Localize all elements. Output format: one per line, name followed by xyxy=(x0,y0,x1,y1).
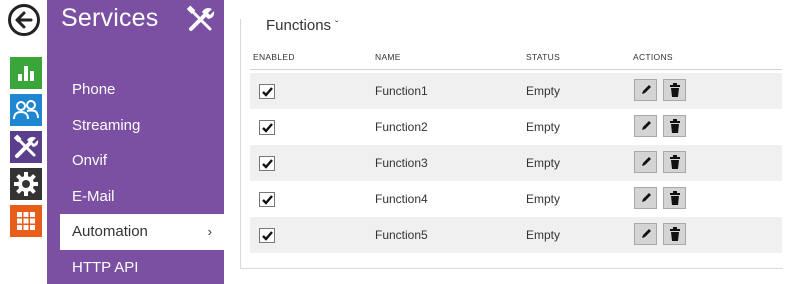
section-title-text: Functions xyxy=(266,17,332,34)
check-icon xyxy=(262,87,273,97)
delete-button[interactable] xyxy=(663,223,686,245)
column-header-enabled: ENABLED xyxy=(253,52,295,62)
check-icon xyxy=(262,195,273,205)
rail-settings-button[interactable] xyxy=(10,168,42,200)
app-rail xyxy=(0,0,47,284)
table-row: Function4 Empty xyxy=(250,181,782,217)
edit-button[interactable] xyxy=(634,151,657,173)
grid-icon xyxy=(17,212,35,230)
trash-icon xyxy=(669,119,680,133)
pencil-icon xyxy=(641,121,651,130)
delete-button[interactable] xyxy=(663,115,686,137)
services-menu: Phone Streaming Onvif E-Mail Automation ›… xyxy=(47,72,224,284)
menu-item-label: E-Mail xyxy=(72,187,115,205)
trash-icon xyxy=(669,155,680,169)
enabled-checkbox[interactable] xyxy=(259,192,275,207)
column-header-name: NAME xyxy=(375,52,401,62)
chevron-down-icon: ˇ xyxy=(335,20,339,31)
delete-button[interactable] xyxy=(663,187,686,209)
function-status: Empty xyxy=(526,84,561,98)
function-name: Function3 xyxy=(375,156,428,170)
function-status: Empty xyxy=(526,120,561,134)
menu-item-label: HTTP API xyxy=(72,258,139,276)
enabled-checkbox[interactable] xyxy=(259,120,275,135)
menu-item-streaming[interactable]: Streaming xyxy=(47,108,224,144)
bar-chart-icon xyxy=(18,66,34,81)
table-row: Function2 Empty xyxy=(250,109,782,145)
function-status: Empty xyxy=(526,192,561,206)
functions-section: Functions ˇ ENABLED NAME STATUS ACTIONS F… xyxy=(240,17,783,269)
menu-item-label: Automation xyxy=(72,223,148,240)
menu-item-automation[interactable]: Automation › xyxy=(60,214,224,250)
rail-directory-button[interactable] xyxy=(10,94,42,126)
menu-item-label: Streaming xyxy=(72,116,141,134)
trash-icon xyxy=(669,227,680,241)
check-icon xyxy=(262,159,273,169)
back-button[interactable] xyxy=(8,4,40,36)
rail-status-button[interactable] xyxy=(10,57,42,89)
rail-system-button[interactable] xyxy=(10,205,42,237)
function-name: Function4 xyxy=(375,192,428,206)
menu-item-phone[interactable]: Phone xyxy=(47,72,224,108)
tools-icon xyxy=(13,134,39,158)
users-icon xyxy=(13,100,39,120)
function-name: Function1 xyxy=(375,84,428,98)
function-status: Empty xyxy=(526,228,561,242)
edit-button[interactable] xyxy=(634,223,657,245)
check-icon xyxy=(262,231,273,241)
enabled-checkbox[interactable] xyxy=(259,84,275,99)
trash-icon xyxy=(669,191,680,205)
back-arrow-icon xyxy=(15,11,33,29)
delete-button[interactable] xyxy=(663,79,686,101)
table-header: ENABLED NAME STATUS ACTIONS xyxy=(250,52,782,70)
menu-item-email[interactable]: E-Mail xyxy=(47,179,224,215)
chevron-right-icon: › xyxy=(207,224,212,239)
pencil-icon xyxy=(641,193,651,202)
column-header-status: STATUS xyxy=(526,52,561,62)
function-name: Function2 xyxy=(375,120,428,134)
section-title[interactable]: Functions ˇ xyxy=(266,17,338,34)
edit-button[interactable] xyxy=(634,115,657,137)
function-name: Function5 xyxy=(375,228,428,242)
pencil-icon xyxy=(641,157,651,166)
gear-icon xyxy=(14,172,38,196)
menu-item-http-api[interactable]: HTTP API xyxy=(47,250,224,284)
panel-title: Services xyxy=(61,4,159,32)
delete-button[interactable] xyxy=(663,151,686,173)
menu-item-onvif[interactable]: Onvif xyxy=(47,143,224,179)
tools-icon xyxy=(186,5,215,31)
edit-button[interactable] xyxy=(634,79,657,101)
pencil-icon xyxy=(641,229,651,238)
check-icon xyxy=(262,123,273,133)
services-panel: Services Phone Streaming Onvif E-Mail Au… xyxy=(47,0,224,284)
menu-item-label: Phone xyxy=(72,81,116,98)
rail-services-button[interactable] xyxy=(10,131,42,163)
table-row: Function1 Empty xyxy=(250,73,782,109)
menu-item-label: Onvif xyxy=(72,152,108,169)
column-header-actions: ACTIONS xyxy=(633,52,673,62)
enabled-checkbox[interactable] xyxy=(259,156,275,171)
pencil-icon xyxy=(641,85,651,94)
trash-icon xyxy=(669,83,680,97)
function-status: Empty xyxy=(526,156,561,170)
edit-button[interactable] xyxy=(634,187,657,209)
enabled-checkbox[interactable] xyxy=(259,228,275,243)
table-row: Function3 Empty xyxy=(250,145,782,181)
table-row: Function5 Empty xyxy=(250,217,782,253)
